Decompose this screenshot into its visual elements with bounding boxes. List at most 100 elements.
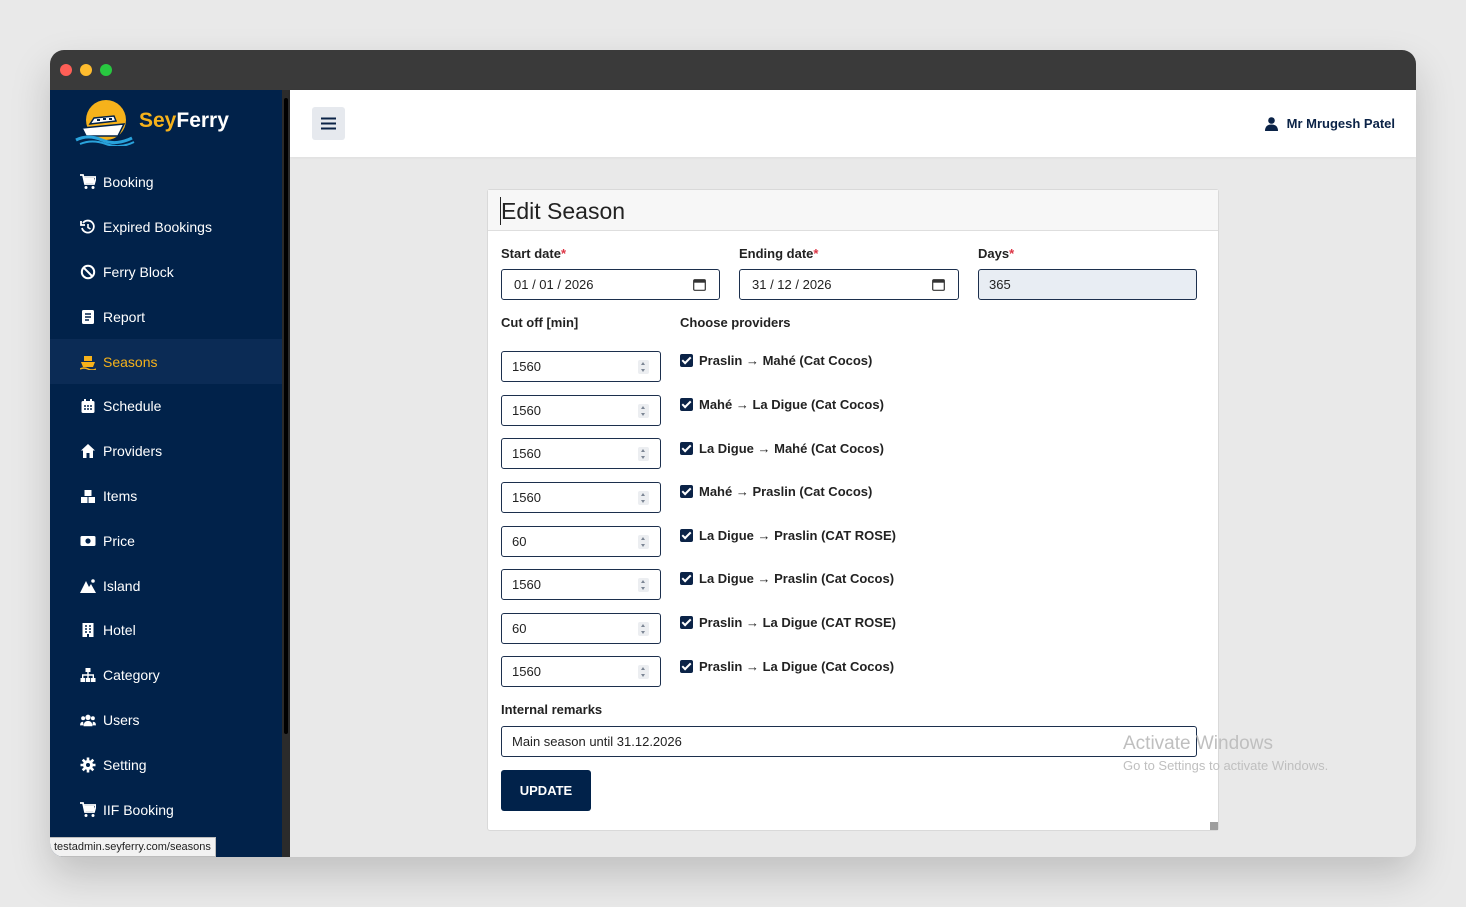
activate-windows-watermark: Activate Windows Go to Settings to activ… xyxy=(1123,733,1329,773)
sidebar-item-schedule[interactable]: Schedule xyxy=(50,384,282,429)
cart-icon xyxy=(80,174,96,190)
sidebar-item-providers[interactable]: Providers xyxy=(50,429,282,474)
link-status-bar: testadmin.seyferry.com/seasons xyxy=(50,837,216,857)
provider-checkbox[interactable]: Mahé → La Digue (Cat Cocos) xyxy=(680,397,884,412)
logo[interactable]: SeyFerry xyxy=(72,98,252,148)
ending-date-label: Ending date* xyxy=(739,246,819,261)
checkbox-checked-icon[interactable] xyxy=(680,398,693,411)
sidebar-scrollbar[interactable] xyxy=(282,90,290,857)
cutoff-input[interactable]: 1560 xyxy=(501,438,661,469)
sidebar-item-label: Report xyxy=(103,308,146,325)
user-name: Mr Mrugesh Patel xyxy=(1286,116,1395,131)
sidebar-item-users[interactable]: Users xyxy=(50,698,282,743)
top-header: Mr Mrugesh Patel xyxy=(290,90,1416,157)
sidebar-item-label: Seasons xyxy=(103,353,158,370)
boxes-icon xyxy=(81,489,95,503)
spinner-icon[interactable] xyxy=(638,622,649,636)
start-date-input[interactable]: 01 / 01 / 2026 xyxy=(501,269,720,300)
users-icon xyxy=(80,714,96,727)
cart-icon xyxy=(80,801,96,817)
sidebar-item-report[interactable]: Report xyxy=(50,294,282,339)
provider-checkbox[interactable]: Praslin → La Digue (Cat Cocos) xyxy=(680,659,894,674)
sidebar-item-label: Ferry Block xyxy=(103,263,174,280)
provider-checkbox[interactable]: Praslin → Mahé (Cat Cocos) xyxy=(680,353,872,368)
sidebar-item-label: IIF Booking xyxy=(103,801,174,818)
gear-icon xyxy=(80,757,96,773)
calendar-icon[interactable] xyxy=(693,278,706,291)
provider-checkbox[interactable]: La Digue → Mahé (Cat Cocos) xyxy=(680,441,884,456)
sidebar-item-items[interactable]: Items xyxy=(50,474,282,519)
sidebar-item-iif-booking[interactable]: IIF Booking xyxy=(50,787,282,832)
spinner-icon[interactable] xyxy=(638,447,649,461)
checkbox-checked-icon[interactable] xyxy=(680,616,693,629)
spinner-icon[interactable] xyxy=(638,360,649,374)
sidebar-item-ferry-block[interactable]: Ferry Block xyxy=(50,250,282,295)
provider-checkbox[interactable]: Praslin → La Digue (CAT ROSE) xyxy=(680,615,896,630)
spinner-icon[interactable] xyxy=(638,665,649,679)
spinner-icon[interactable] xyxy=(638,578,649,592)
sidebar-item-label: Users xyxy=(103,711,140,728)
sidebar-item-hotel[interactable]: Hotel xyxy=(50,608,282,653)
checkbox-checked-icon[interactable] xyxy=(680,529,693,542)
cutoff-input[interactable]: 60 xyxy=(501,526,661,557)
sidebar-item-island[interactable]: Island xyxy=(50,563,282,608)
sidebar-item-seasons[interactable]: Seasons xyxy=(50,339,282,384)
sidebar-item-setting[interactable]: Setting xyxy=(50,742,282,787)
spinner-icon[interactable] xyxy=(638,491,649,505)
days-field: 365 xyxy=(978,269,1197,300)
sidebar-item-label: Setting xyxy=(103,756,147,773)
providers-label: Choose providers xyxy=(680,315,791,330)
internal-remarks-input[interactable]: Main season until 31.12.2026 xyxy=(501,726,1197,757)
checkbox-checked-icon[interactable] xyxy=(680,660,693,673)
provider-checkbox[interactable]: La Digue → Praslin (Cat Cocos) xyxy=(680,571,894,586)
provider-checkbox[interactable]: Mahé → Praslin (Cat Cocos) xyxy=(680,484,872,499)
card-header: Edit Season xyxy=(488,190,1218,231)
sidebar-item-label: Providers xyxy=(103,443,163,460)
building-icon xyxy=(82,623,94,638)
calendar-icon[interactable] xyxy=(932,278,945,291)
sitemap-icon xyxy=(80,668,96,683)
home-icon xyxy=(81,444,95,459)
maximize-window-button[interactable] xyxy=(100,64,112,76)
internal-remarks-label: Internal remarks xyxy=(501,702,603,717)
report-icon xyxy=(82,309,94,324)
user-menu[interactable]: Mr Mrugesh Patel xyxy=(1264,116,1395,131)
resize-handle[interactable] xyxy=(1210,822,1218,830)
cutoff-input[interactable]: 60 xyxy=(501,613,661,644)
scrollbar-thumb[interactable] xyxy=(284,98,288,734)
spinner-icon[interactable] xyxy=(638,535,649,549)
close-window-button[interactable] xyxy=(60,64,72,76)
money-icon xyxy=(80,535,96,546)
edit-season-card: Edit Season Start date* 01 / 01 / 2026 E… xyxy=(487,189,1219,831)
update-button[interactable]: UPDATE xyxy=(501,770,591,811)
cutoff-input[interactable]: 1560 xyxy=(501,482,661,513)
sidebar-item-label: Category xyxy=(103,667,160,684)
cutoff-input[interactable]: 1560 xyxy=(501,569,661,600)
history-icon xyxy=(80,219,95,234)
cutoff-input[interactable]: 1560 xyxy=(501,656,661,687)
sidebar-item-label: Schedule xyxy=(103,398,162,415)
sidebar-item-label: Hotel xyxy=(103,622,136,639)
sidebar-item-expired-bookings[interactable]: Expired Bookings xyxy=(50,205,282,250)
minimize-window-button[interactable] xyxy=(80,64,92,76)
checkbox-checked-icon[interactable] xyxy=(680,354,693,367)
ferry-logo-icon xyxy=(75,100,135,146)
browser-window: SeyFerry Booking Expired Bookings Ferry … xyxy=(50,50,1416,857)
window-titlebar xyxy=(50,50,1416,90)
brand-name: SeyFerry xyxy=(139,109,229,132)
menu-toggle-button[interactable] xyxy=(312,107,345,140)
provider-checkbox[interactable]: La Digue → Praslin (CAT ROSE) xyxy=(680,528,896,543)
spinner-icon[interactable] xyxy=(638,404,649,418)
sidebar-item-category[interactable]: Category xyxy=(50,653,282,698)
ending-date-input[interactable]: 31 / 12 / 2026 xyxy=(739,269,959,300)
cutoff-label: Cut off [min] xyxy=(501,315,579,330)
checkbox-checked-icon[interactable] xyxy=(680,572,693,585)
sidebar-item-label: Booking xyxy=(103,174,154,191)
ban-icon xyxy=(80,264,96,280)
sidebar-item-price[interactable]: Price xyxy=(50,518,282,563)
checkbox-checked-icon[interactable] xyxy=(680,485,693,498)
cutoff-input[interactable]: 1560 xyxy=(501,351,661,382)
sidebar-item-booking[interactable]: Booking xyxy=(50,160,282,205)
cutoff-input[interactable]: 1560 xyxy=(501,395,661,426)
checkbox-checked-icon[interactable] xyxy=(680,442,693,455)
